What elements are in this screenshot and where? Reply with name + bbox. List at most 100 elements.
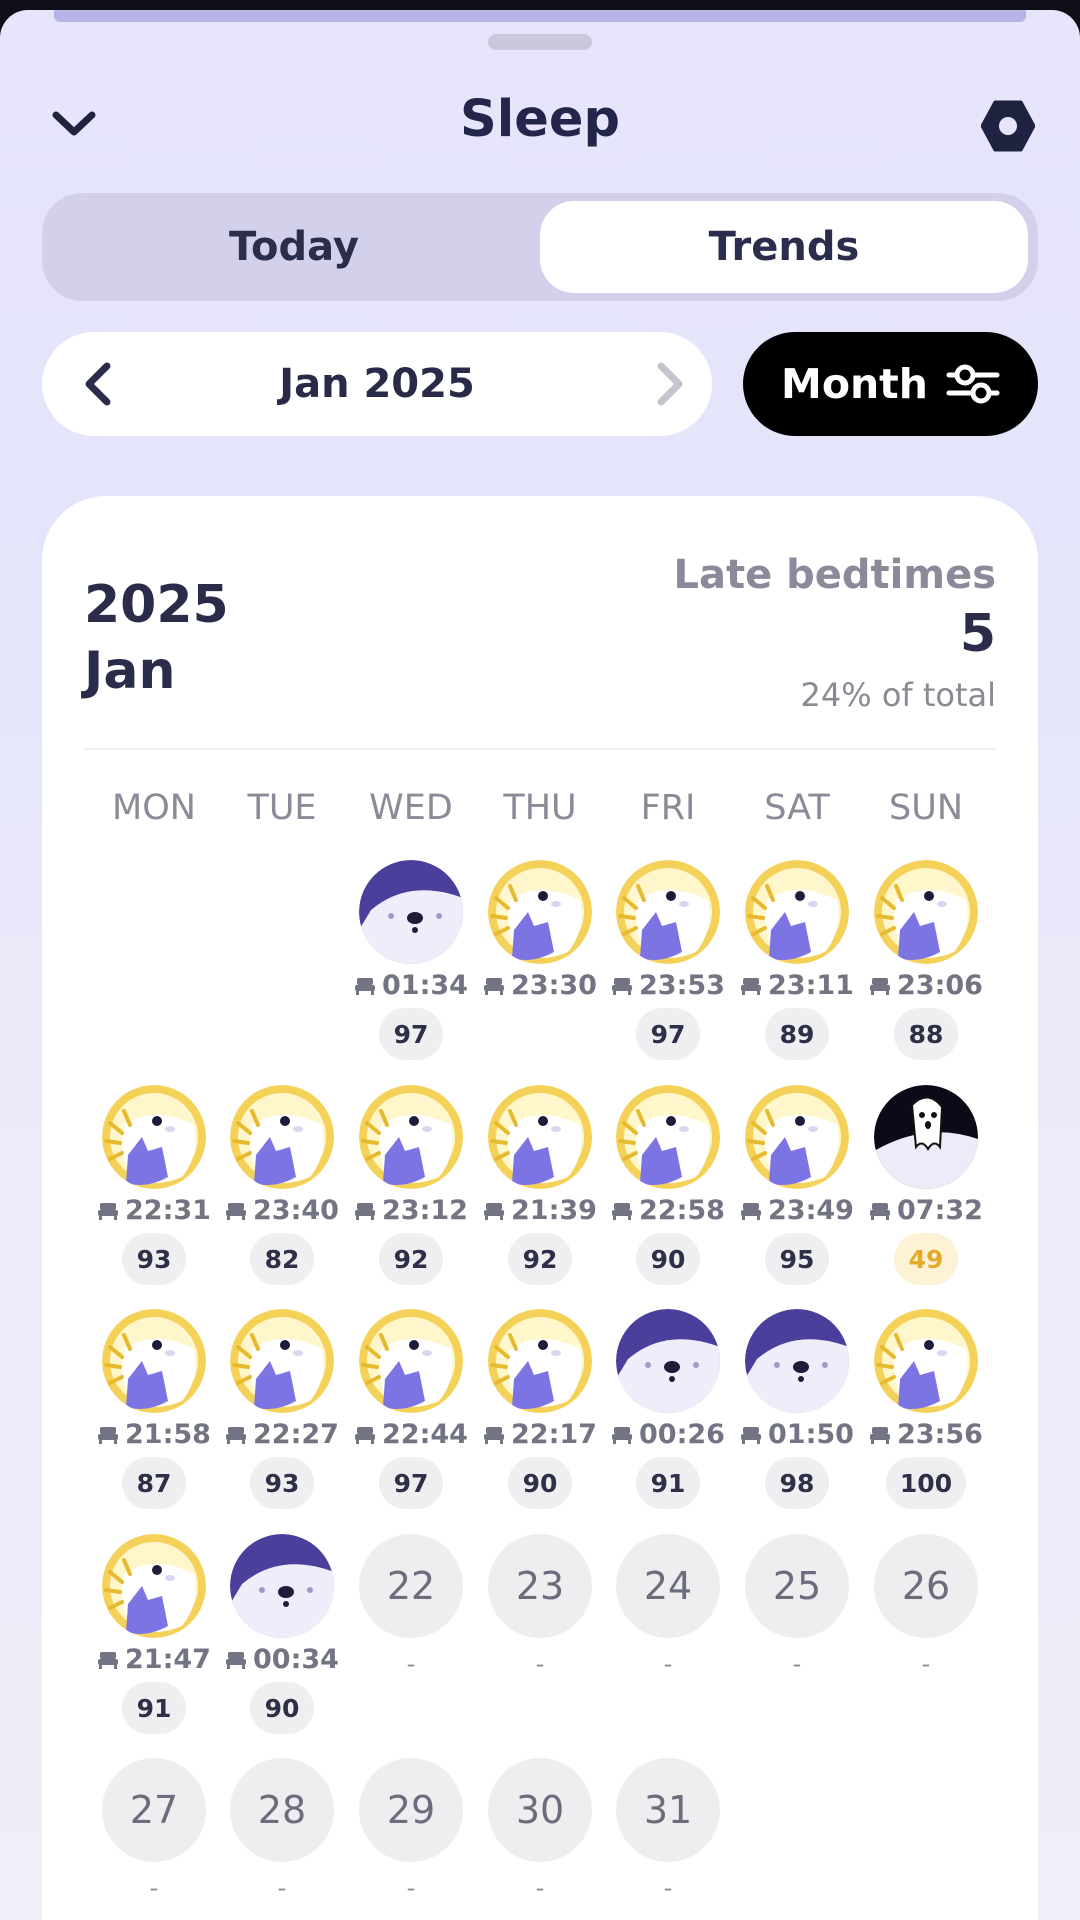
calendar-day-25[interactable]: 25 - [733, 1534, 861, 1744]
drag-handle[interactable] [488, 34, 592, 50]
calendar-day-12[interactable]: 07:32 49 [862, 1085, 990, 1295]
sleep-score-badge: 97 [379, 1008, 443, 1060]
sun-mood-icon [230, 1085, 334, 1189]
no-data-dash: - [663, 1874, 673, 1902]
day-number: 23 [488, 1534, 592, 1638]
bedtime: 23:56 [862, 1419, 990, 1450]
bed-icon [870, 1426, 891, 1444]
tab-trends[interactable]: Trends [540, 201, 1028, 293]
bedtime-value: 22:17 [511, 1419, 597, 1450]
bed-icon [741, 1202, 762, 1220]
day-number: 22 [359, 1534, 463, 1638]
calendar-day-26[interactable]: 26 - [862, 1534, 990, 1744]
calendar-day-3[interactable]: 23:53 97 [604, 860, 732, 1070]
sun-mood-icon [230, 1309, 334, 1413]
calendar-day-21[interactable]: 00:34 90 [218, 1534, 346, 1744]
sleep-score-badge: 90 [636, 1233, 700, 1285]
bed-icon [98, 1426, 119, 1444]
day-number: 27 [102, 1758, 206, 1862]
previous-month-button[interactable] [74, 360, 122, 408]
period-selector-button[interactable]: Month [743, 332, 1038, 436]
bedtime: 23:40 [218, 1195, 346, 1226]
card-month: Jan [84, 641, 176, 701]
calendar-day-29[interactable]: 29 - [347, 1758, 475, 1920]
calendar-day-10[interactable]: 22:58 90 [604, 1085, 732, 1295]
calendar-day-23[interactable]: 23 - [476, 1534, 604, 1744]
calendar-day-9[interactable]: 21:39 92 [476, 1085, 604, 1295]
moon-mood-icon [745, 1309, 849, 1413]
view-tabs: Today Trends [42, 193, 1038, 301]
bed-icon [98, 1202, 119, 1220]
settings-button[interactable] [975, 98, 1041, 154]
page-title: Sleep [460, 90, 620, 149]
sun-mood-icon [616, 1085, 720, 1189]
background-strip [54, 10, 1026, 22]
sun-mood-icon [102, 1534, 206, 1638]
sun-mood-icon [488, 860, 592, 964]
bed-icon [741, 1426, 762, 1444]
no-data-dash: - [149, 1874, 159, 1902]
bedtime-value: 23:56 [897, 1419, 983, 1450]
bed-icon [226, 1202, 247, 1220]
calendar-day-13[interactable]: 21:58 87 [90, 1309, 218, 1519]
calendar-day-7[interactable]: 23:40 82 [218, 1085, 346, 1295]
calendar-day-8[interactable]: 23:12 92 [347, 1085, 475, 1295]
chevron-left-icon [85, 362, 111, 406]
sun-mood-icon [488, 1085, 592, 1189]
calendar-day-20[interactable]: 21:47 91 [90, 1534, 218, 1744]
day-number: 26 [874, 1534, 978, 1638]
sleep-score-badge: 95 [765, 1233, 829, 1285]
bedtime: 23:06 [862, 970, 990, 1001]
month-card: 2025 Jan Late bedtimes 5 24% of total MO… [42, 496, 1038, 1920]
period-label: Month [781, 360, 928, 408]
no-data-dash: - [406, 1650, 416, 1678]
calendar-day-2[interactable]: 23:30 [476, 860, 604, 1070]
month-navigator: Jan 2025 [42, 332, 712, 436]
bedtime-value: 21:58 [125, 1419, 211, 1450]
next-month-button[interactable] [646, 360, 694, 408]
calendar-day-11[interactable]: 23:49 95 [733, 1085, 861, 1295]
calendar-day-31[interactable]: 31 - [604, 1758, 732, 1920]
day-number: 29 [359, 1758, 463, 1862]
bedtime: 23:11 [733, 970, 861, 1001]
bed-icon [612, 977, 633, 995]
bed-icon [226, 1651, 247, 1669]
calendar-day-16[interactable]: 22:17 90 [476, 1309, 604, 1519]
no-data-dash: - [277, 1874, 287, 1902]
bedtime: 01:34 [347, 970, 475, 1001]
calendar-day-4[interactable]: 23:11 89 [733, 860, 861, 1070]
calendar-day-24[interactable]: 24 - [604, 1534, 732, 1744]
calendar-day-15[interactable]: 22:44 97 [347, 1309, 475, 1519]
calendar-day-19[interactable]: 23:56 100 [862, 1309, 990, 1519]
bedtime-value: 23:49 [768, 1195, 854, 1226]
day-number: 30 [488, 1758, 592, 1862]
calendar-day-28[interactable]: 28 - [218, 1758, 346, 1920]
bedtime-value: 23:06 [897, 970, 983, 1001]
bedtime: 22:17 [476, 1419, 604, 1450]
no-data-dash: - [663, 1650, 673, 1678]
bedtime: 22:27 [218, 1419, 346, 1450]
calendar-day-6[interactable]: 22:31 93 [90, 1085, 218, 1295]
day-number: 28 [230, 1758, 334, 1862]
calendar-day-14[interactable]: 22:27 93 [218, 1309, 346, 1519]
calendar-day-30[interactable]: 30 - [476, 1758, 604, 1920]
bedtime-value: 22:31 [125, 1195, 211, 1226]
weekday-label: THU [503, 788, 577, 828]
sleep-score-badge: 90 [508, 1457, 572, 1509]
calendar-day-5[interactable]: 23:06 88 [862, 860, 990, 1070]
calendar-day-1[interactable]: 01:34 97 [347, 860, 475, 1070]
weekday-label: TUE [247, 788, 317, 828]
sleep-score-badge: 98 [765, 1457, 829, 1509]
bedtime-value: 22:44 [382, 1419, 468, 1450]
sleep-score-badge: 88 [894, 1008, 958, 1060]
calendar-day-18[interactable]: 01:50 98 [733, 1309, 861, 1519]
calendar-day-17[interactable]: 00:26 91 [604, 1309, 732, 1519]
divider [84, 748, 996, 750]
day-number: 25 [745, 1534, 849, 1638]
bedtime: 23:49 [733, 1195, 861, 1226]
calendar-day-22[interactable]: 22 - [347, 1534, 475, 1744]
bed-icon [870, 1202, 891, 1220]
tab-today[interactable]: Today [50, 201, 538, 293]
calendar-day-27[interactable]: 27 - [90, 1758, 218, 1920]
bedtime: 23:53 [604, 970, 732, 1001]
